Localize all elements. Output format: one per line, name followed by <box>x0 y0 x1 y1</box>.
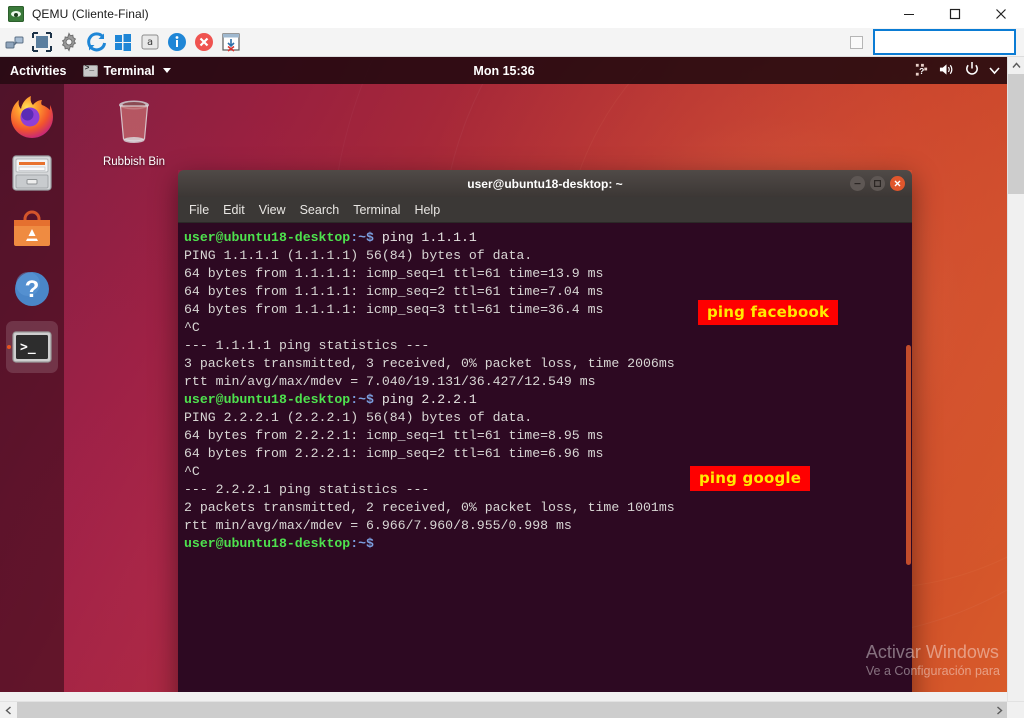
annotation-ping-facebook: ping facebook <box>698 300 839 325</box>
svg-text:?: ? <box>25 276 40 303</box>
gnome-topbar: Activities Terminal Mon 15:36 ? <box>0 57 1008 84</box>
terminal-output-line: PING 2.2.2.1 (2.2.2.1) 56(84) bytes of d… <box>184 410 533 425</box>
terminal-prompt-line: user@ubuntu18-desktop:~$ ping 1.1.1.1 <box>182 229 912 247</box>
horizontal-scrollbar-thumb[interactable] <box>17 702 1007 718</box>
terminal-prompt-line: user@ubuntu18-desktop:~$ ping 2.2.2.1 <box>182 391 912 409</box>
running-indicator-dot <box>7 345 11 349</box>
terminal-scrollbar[interactable] <box>906 345 911 565</box>
terminal-titlebar[interactable]: user@ubuntu18-desktop: ~ <box>178 170 912 197</box>
ubuntu-dock: ? >_ <box>0 84 64 692</box>
terminal-prompt-user: user@ubuntu18-desktop <box>184 230 351 245</box>
menu-item-terminal[interactable]: Terminal <box>353 203 400 217</box>
info-icon[interactable] <box>165 30 189 54</box>
menu-item-help[interactable]: Help <box>414 203 440 217</box>
toolbar-toggle-square[interactable] <box>850 35 863 49</box>
minimize-button[interactable] <box>850 176 865 191</box>
terminal-prompt-user: user@ubuntu18-desktop <box>184 392 351 407</box>
close-button[interactable] <box>890 176 905 191</box>
network-icon[interactable] <box>3 30 27 54</box>
vertical-scrollbar-thumb[interactable] <box>1008 74 1024 194</box>
desktop-icon-label: Rubbish Bin <box>102 156 165 168</box>
terminal-prompt-line: user@ubuntu18-desktop:~$ <box>182 535 912 553</box>
menu-item-view[interactable]: View <box>259 203 286 217</box>
snapshot-icon[interactable] <box>219 30 243 54</box>
settings-gear-icon[interactable] <box>57 30 81 54</box>
svg-text:?: ? <box>919 66 924 76</box>
terminal-output-line: 64 bytes from 2.2.2.1: icmp_seq=1 ttl=61… <box>184 428 604 443</box>
qemu-icon <box>8 6 24 22</box>
maximize-button[interactable] <box>932 0 978 28</box>
terminal-command: ping 2.2.2.1 <box>373 392 477 407</box>
menu-item-file[interactable]: File <box>189 203 209 217</box>
terminal-output-line: 64 bytes from 1.1.1.1: icmp_seq=1 ttl=61… <box>184 266 604 281</box>
svg-text:a: a <box>147 37 153 48</box>
dock-item-files[interactable] <box>6 147 58 199</box>
refresh-icon[interactable] <box>84 30 108 54</box>
dock-item-firefox[interactable] <box>6 89 58 141</box>
power-icon[interactable] <box>964 61 980 80</box>
address-input[interactable] <box>873 29 1016 55</box>
terminal-output-line: --- 1.1.1.1 ping statistics --- <box>184 338 430 353</box>
horizontal-scrollbar[interactable] <box>0 701 1024 718</box>
system-tray: ? <box>914 61 1000 80</box>
terminal-prompt-path: :~$ <box>350 392 374 407</box>
terminal-output-line: rtt min/avg/max/mdev = 6.966/7.960/8.955… <box>184 518 572 533</box>
minimize-button[interactable] <box>886 0 932 28</box>
host-window-controls <box>886 0 1024 28</box>
host-window-titlebar: QEMU (Cliente-Final) <box>0 0 1024 29</box>
vertical-scrollbar[interactable] <box>1007 57 1024 702</box>
keyboard-icon[interactable]: a <box>138 30 162 54</box>
terminal-output-line: 64 bytes from 2.2.2.1: icmp_seq=2 ttl=61… <box>184 446 604 461</box>
terminal-output[interactable]: user@ubuntu18-desktop:~$ ping 1.1.1.1 PIN… <box>178 223 912 692</box>
dock-item-terminal[interactable]: >_ <box>6 321 58 373</box>
fullscreen-icon[interactable] <box>30 30 54 54</box>
host-window-title: QEMU (Cliente-Final) <box>32 7 149 21</box>
rubbish-bin-icon <box>119 100 149 143</box>
clock[interactable]: Mon 15:36 <box>0 64 1008 78</box>
terminal-output-line: PING 1.1.1.1 (1.1.1.1) 56(84) bytes of d… <box>184 248 533 263</box>
qemu-toolbar-right <box>850 29 1024 55</box>
maximize-button[interactable] <box>870 176 885 191</box>
chevron-down-icon[interactable] <box>989 64 1000 78</box>
windows-icon[interactable] <box>111 30 135 54</box>
svg-text:>_: >_ <box>20 340 36 355</box>
terminal-output-line: 64 bytes from 1.1.1.1: icmp_seq=2 ttl=61… <box>184 284 604 299</box>
terminal-command: ping 1.1.1.1 <box>373 230 477 245</box>
dock-item-help[interactable]: ? <box>6 263 58 315</box>
terminal-title-text: user@ubuntu18-desktop: ~ <box>467 176 623 191</box>
accessibility-icon[interactable]: ? <box>914 62 929 80</box>
terminal-window-controls <box>850 176 905 191</box>
scroll-up-arrow[interactable] <box>1008 57 1024 74</box>
dock-item-ubuntu-software[interactable] <box>6 205 58 257</box>
guest-desktop: Activities Terminal Mon 15:36 ? <box>0 57 1008 692</box>
terminal-output-line: rtt min/avg/max/mdev = 7.040/19.131/36.4… <box>184 374 596 389</box>
desktop-icon-rubbish-bin[interactable]: Rubbish Bin <box>96 95 172 168</box>
terminal-prompt-path: :~$ <box>350 230 374 245</box>
scrollbar-corner <box>1008 702 1024 718</box>
qemu-toolbar: a <box>0 28 1024 57</box>
terminal-window: user@ubuntu18-desktop: ~ File Edit View … <box>178 170 912 692</box>
scroll-right-arrow[interactable] <box>991 702 1008 718</box>
terminal-prompt-path: :~$ <box>350 536 374 551</box>
terminal-menubar: File Edit View Search Terminal Help <box>178 197 912 223</box>
volume-icon[interactable] <box>938 62 955 80</box>
terminal-prompt-user: user@ubuntu18-desktop <box>184 536 351 551</box>
menu-item-edit[interactable]: Edit <box>223 203 245 217</box>
menu-item-search[interactable]: Search <box>300 203 340 217</box>
annotation-ping-google: ping google <box>690 466 811 491</box>
terminal-output-line: 2 packets transmitted, 2 received, 0% pa… <box>184 500 675 515</box>
close-button[interactable] <box>978 0 1024 28</box>
terminal-output-line: 3 packets transmitted, 3 received, 0% pa… <box>184 356 675 371</box>
scroll-left-arrow[interactable] <box>0 702 17 718</box>
application-root: QEMU (Cliente-Final) a Activities >_ Ter… <box>0 0 1024 718</box>
power-off-icon[interactable] <box>192 30 216 54</box>
